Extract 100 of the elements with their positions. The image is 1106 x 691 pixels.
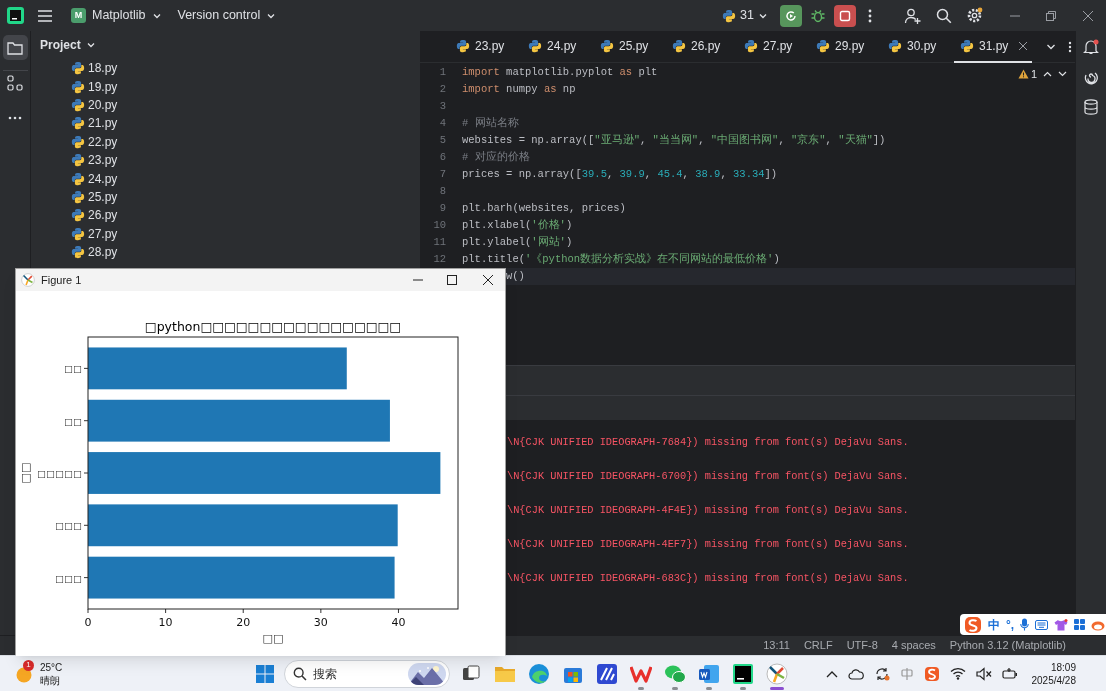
punctuation-toggle[interactable]: °, [1006,615,1015,634]
tick-mark [83,420,89,422]
status-item[interactable]: CRLF [803,637,833,654]
tick-mark [83,524,89,526]
notifications-icon[interactable] [1083,39,1099,55]
project-badge: M [71,8,86,23]
close-icon[interactable] [483,275,493,285]
tick-mark [242,608,244,614]
settings-icon[interactable] [966,7,983,24]
rerun-icon [784,8,798,23]
slash-tile-icon[interactable] [597,663,618,684]
project-selector[interactable]: M Matplotlib [67,3,166,28]
battery-plug-icon[interactable] [1001,666,1018,681]
add-user-icon[interactable] [904,6,922,25]
line-number: 8 [439,184,446,197]
input-method-icon[interactable] [899,666,914,681]
status-item[interactable]: UTF-8 [846,637,878,654]
editor-tab[interactable]: 31.py [954,30,1032,63]
code-line: import numpy as np [462,81,576,97]
file-tree-item[interactable]: 21.py [31,114,126,133]
line-number: 9 [439,201,446,214]
file-tree-item[interactable]: 27.py [31,224,126,243]
app-logo-icon[interactable] [7,7,24,24]
status-item[interactable]: 4 spaces [891,637,936,654]
s-logo-icon[interactable] [923,665,940,682]
running-indicator [638,686,645,690]
tick-label: □□ [64,415,82,427]
swirl-circle-icon[interactable] [528,662,551,685]
cloud-icon[interactable] [847,667,864,680]
close-tab-icon[interactable] [1019,41,1028,50]
axis-label: □□ [19,462,32,484]
maximize-icon[interactable] [447,275,457,285]
search-icon[interactable] [936,7,952,24]
line-number: 1 [439,65,446,78]
search-bar[interactable]: 搜索 [284,659,451,688]
document-tile-icon[interactable] [698,663,721,684]
keyboard-icon[interactable] [1035,619,1049,630]
line-number: 3 [439,99,446,112]
folder-icon[interactable] [7,40,23,55]
input-mode-toggle[interactable]: 中 [988,615,1000,634]
windows-logo-icon[interactable] [256,664,275,683]
line-number: 2 [439,82,446,95]
s-logo-icon[interactable] [964,615,982,634]
structure-icon[interactable] [7,75,23,91]
tick-label: 20 [236,616,251,629]
file-tree-item[interactable]: 25.py [31,187,126,207]
file-tree-item[interactable]: 23.py [31,150,126,170]
python-file-icon [722,8,737,23]
code-line: w() [506,268,525,284]
editor-tab[interactable]: 29.py [810,30,882,63]
status-item[interactable]: Python 3.12 (Matplotlib) [949,637,1066,654]
project-panel-title[interactable]: Project [40,36,96,54]
file-tree-item[interactable]: 22.py [31,132,126,151]
line-number: 12 [433,252,446,265]
spokes-icon[interactable] [766,662,789,685]
file-tree-item[interactable]: 26.py [31,206,126,225]
file-tree-item[interactable]: 19.py [31,77,126,96]
run-config-selector[interactable]: 31 [718,3,772,28]
grid-icon[interactable] [1074,619,1086,630]
restore-icon[interactable] [1046,10,1056,21]
rerun-button[interactable] [780,4,802,27]
vcs-menu[interactable]: Version control [173,3,281,28]
bug-icon[interactable] [810,7,826,24]
more-vertical-icon[interactable] [1068,40,1072,53]
status-item[interactable]: 13:11 [763,637,790,654]
active-indicator [770,686,785,690]
next-icon[interactable] [1058,71,1067,78]
figure-app-icon [21,273,35,287]
python-file-icon [528,38,542,53]
clock[interactable]: 18:09 2025/4/28 [1031,660,1076,687]
shirt-icon[interactable] [1054,618,1069,631]
zigzag-tile-icon[interactable] [630,663,653,684]
speaker-muted-icon[interactable] [975,666,992,681]
editor-tab[interactable]: 24.py [522,30,594,63]
python-file-icon [600,38,614,53]
editor-tab[interactable]: 23.py [450,30,522,63]
database-icon[interactable] [1084,99,1098,115]
more-vertical-icon[interactable] [868,8,872,23]
stop-button[interactable] [834,4,856,27]
search-input[interactable]: 搜索 [313,664,394,683]
editor-tab[interactable]: 30.py [882,30,954,63]
chevron-up-icon[interactable] [825,669,838,678]
warnings-indicator[interactable]: 1 [1017,66,1037,83]
file-tree-item[interactable]: 20.py [31,95,126,115]
menu-icon[interactable] [37,8,53,23]
previous-icon[interactable] [1043,71,1052,78]
more-horizontal-icon[interactable] [8,115,22,120]
file-tree-item[interactable]: 28.py [31,242,126,262]
chat-bubbles-icon[interactable] [664,663,687,684]
wifi-icon[interactable] [949,667,966,680]
microphone-icon[interactable] [1020,618,1030,631]
python-file-icon [71,189,85,204]
editor-tab[interactable]: 25.py [594,30,666,63]
console-line: \N{CJK UNIFIED IDEOGRAPH-4F4E}) missing from font(s) DejaVu Sans. [507,503,909,519]
editor-tab[interactable]: 26.py [666,30,738,63]
sync-icon[interactable] [873,665,890,682]
file-tree-item[interactable]: 18.py [31,59,126,78]
file-tree-item[interactable]: 24.py [31,169,126,188]
editor-tab[interactable]: 27.py [738,30,810,63]
dark-tile-icon[interactable] [733,663,754,684]
